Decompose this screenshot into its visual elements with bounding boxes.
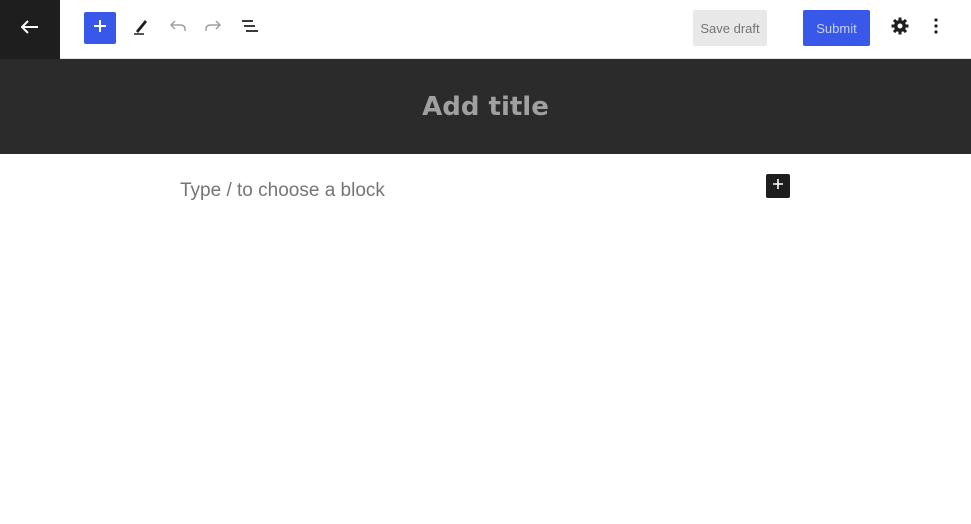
save-draft-button[interactable]: Save draft xyxy=(693,10,767,46)
post-title-input[interactable]: Add title xyxy=(422,92,549,122)
redo-button[interactable] xyxy=(197,12,229,44)
tools-button[interactable] xyxy=(125,12,157,44)
pencil-icon xyxy=(132,17,150,40)
block-inserter-button[interactable] xyxy=(84,12,116,44)
options-button[interactable] xyxy=(920,12,952,44)
more-vertical-icon xyxy=(933,17,939,40)
redo-icon xyxy=(204,19,222,38)
block-add-button[interactable] xyxy=(766,174,790,198)
plus-icon xyxy=(772,177,784,195)
undo-button[interactable] xyxy=(162,12,194,44)
arrow-left-icon xyxy=(20,20,39,39)
submit-button[interactable]: Submit xyxy=(803,10,870,46)
back-button[interactable] xyxy=(0,0,60,59)
list-view-icon xyxy=(241,19,259,38)
gear-icon xyxy=(891,17,909,40)
list-view-button[interactable] xyxy=(234,12,266,44)
post-title-area: Add title xyxy=(0,59,971,154)
editor-header: Save draft Submit xyxy=(0,0,971,59)
block-placeholder[interactable]: Type / to choose a block xyxy=(180,180,385,202)
settings-button[interactable] xyxy=(884,12,916,44)
undo-icon xyxy=(169,19,187,38)
plus-icon xyxy=(93,19,107,38)
